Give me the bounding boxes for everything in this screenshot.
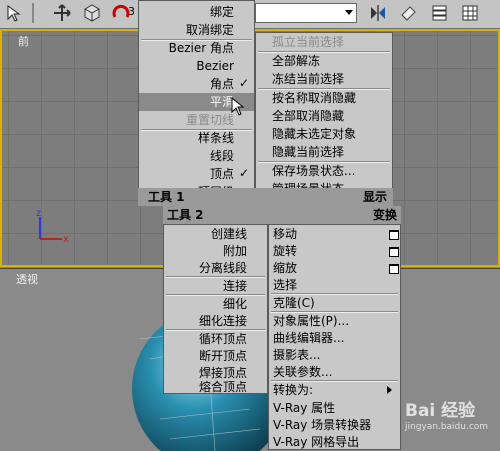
svg-text:Bai 经验: Bai 经验 bbox=[405, 400, 476, 421]
quad-menu-tools2: 创建线 附加 分离线段 连接 细化 细化连接 循环顶点 断开顶点 焊接顶点 熔合… bbox=[163, 224, 268, 394]
menu-item-freeze-selection[interactable]: 冻结当前选择 bbox=[256, 70, 392, 88]
menu-item-segment[interactable]: 线段 bbox=[139, 147, 254, 165]
select-move-icon[interactable] bbox=[52, 3, 72, 23]
menu-item-attach[interactable]: 附加 bbox=[164, 242, 267, 260]
layers-icon[interactable] bbox=[430, 3, 450, 23]
menu-item-unhide-by-name[interactable]: 按名称取消隐藏 bbox=[256, 89, 392, 107]
toolbar-divider bbox=[32, 3, 34, 23]
dropdown-arrow-icon[interactable] bbox=[343, 5, 355, 19]
axis-gizmo-icon: z x bbox=[36, 208, 69, 245]
menu-item-select[interactable]: 选择 bbox=[269, 276, 400, 294]
menu-item-scale[interactable]: 缩放 bbox=[269, 259, 400, 277]
menu-item-fuse-vertices[interactable]: 熔合顶点 bbox=[164, 380, 267, 395]
menu-item-connect[interactable]: 连接 bbox=[164, 277, 267, 295]
menu-item-vray-properties[interactable]: V-Ray 属性 bbox=[269, 399, 400, 417]
snap-3-icon[interactable]: 3 bbox=[112, 3, 135, 23]
checkmark-icon: ✓ bbox=[239, 166, 250, 180]
watermark-url: jingyan.baidu.com bbox=[405, 422, 489, 432]
svg-text:x: x bbox=[63, 234, 69, 245]
menu-item-break-vertices[interactable]: 断开顶点 bbox=[164, 347, 267, 365]
named-selection-field[interactable] bbox=[255, 3, 357, 23]
menu-item-isolate[interactable]: 孤立当前选择 bbox=[256, 33, 392, 51]
menu-item-wire-parameters[interactable]: 关联参数... bbox=[269, 363, 400, 381]
menu-item-clone[interactable]: 克隆(C) bbox=[269, 294, 400, 312]
quad-menu-transform: 移动 旋转 缩放 选择 克隆(C) 对象属性(P)... 曲线编辑器... 摄影… bbox=[268, 224, 401, 450]
menu-item-unbind[interactable]: 取消绑定 bbox=[139, 21, 254, 39]
submenu-arrow-icon bbox=[387, 386, 392, 394]
checkmark-icon: ✓ bbox=[239, 76, 250, 90]
menu-item-bind[interactable]: 绑定 bbox=[139, 3, 254, 21]
menu-item-spline[interactable]: 样条线 bbox=[139, 129, 254, 147]
cube-icon[interactable] bbox=[82, 3, 102, 23]
menu-item-rotate[interactable]: 旋转 bbox=[269, 242, 400, 260]
menu-item-hide-unselected[interactable]: 隐藏未选定对象 bbox=[256, 125, 392, 143]
menu-item-refine[interactable]: 细化 bbox=[164, 295, 267, 313]
menu-item-refine-connect[interactable]: 细化连接 bbox=[164, 312, 267, 330]
menu-item-unfreeze-all[interactable]: 全部解冻 bbox=[256, 52, 392, 70]
viewport-label-front[interactable]: 前 bbox=[18, 33, 29, 49]
menu-item-dope-sheet[interactable]: 摄影表... bbox=[269, 346, 400, 364]
menu-item-vertex[interactable]: 顶点 bbox=[139, 165, 254, 183]
mirror-icon[interactable] bbox=[368, 3, 388, 23]
menu-item-cycle-vertices[interactable]: 循环顶点 bbox=[164, 330, 267, 348]
watermark: Bai 经验 jingyan.baidu.com bbox=[405, 396, 497, 436]
quad-header-tools2: 工具 2 bbox=[163, 206, 268, 224]
menu-item-vray-scene-converter[interactable]: V-Ray 场景转换器 bbox=[269, 416, 400, 434]
svg-text:z: z bbox=[36, 208, 41, 219]
menu-item-object-properties[interactable]: 对象属性(P)... bbox=[269, 312, 400, 330]
grid-icon[interactable] bbox=[460, 3, 480, 23]
svg-text:3: 3 bbox=[128, 5, 135, 18]
menu-item-convert-to[interactable]: 转换为: bbox=[269, 381, 400, 399]
menu-item-corner[interactable]: 角点 bbox=[139, 75, 254, 93]
menu-item-unhide-all[interactable]: 全部取消隐藏 bbox=[256, 107, 392, 125]
quad-header-transform: 变换 bbox=[268, 206, 401, 224]
menu-item-hide-selection[interactable]: 隐藏当前选择 bbox=[256, 143, 392, 161]
quad-menu-display: 孤立当前选择 全部解冻 冻结当前选择 按名称取消隐藏 全部取消隐藏 隐藏未选定对… bbox=[255, 32, 393, 206]
menu-item-bezier[interactable]: Bezier bbox=[139, 57, 254, 75]
menu-item-detach-segment[interactable]: 分离线段 bbox=[164, 259, 267, 277]
eraser-icon[interactable] bbox=[398, 3, 418, 23]
settings-box-icon[interactable] bbox=[389, 247, 399, 257]
quad-header-tools1: 工具 1 bbox=[138, 188, 255, 206]
menu-item-curve-editor[interactable]: 曲线编辑器... bbox=[269, 329, 400, 347]
select-icon[interactable] bbox=[4, 3, 24, 23]
settings-box-icon[interactable] bbox=[389, 230, 399, 240]
menu-item-move[interactable]: 移动 bbox=[269, 225, 400, 243]
settings-box-icon[interactable] bbox=[389, 264, 399, 274]
baidu-paw-icon: Bai 经验 bbox=[405, 400, 476, 421]
quad-menu-tools1: 绑定 取消绑定 Bezier 角点 Bezier 角点 ✓ 平滑 重置切线 样条… bbox=[138, 0, 255, 206]
menu-item-save-scene-state[interactable]: 保存场景状态... bbox=[256, 162, 392, 180]
quad-header-display: 显示 bbox=[255, 188, 393, 206]
menu-item-create-line[interactable]: 创建线 bbox=[164, 225, 267, 243]
menu-item-vray-mesh-export[interactable]: V-Ray 网格导出 bbox=[269, 433, 400, 451]
mouse-cursor-icon bbox=[231, 97, 245, 116]
menu-item-bezier-corner[interactable]: Bezier 角点 bbox=[139, 39, 254, 57]
